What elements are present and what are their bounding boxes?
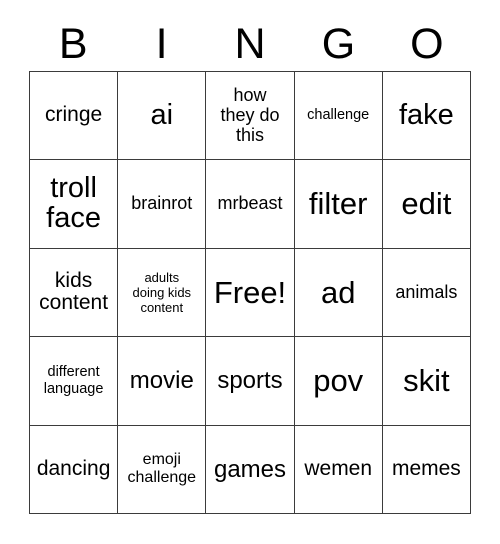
bingo-cell-label: sports [217,367,283,395]
bingo-cell[interactable]: filter [294,160,383,249]
bingo-cell-label: kids content [39,268,109,315]
bingo-cell-label: skit [403,363,450,399]
bingo-cell[interactable]: challenge [294,72,383,161]
bingo-header-letter-b: B [58,20,88,68]
bingo-cell[interactable]: memes [382,425,471,514]
bingo-cell[interactable]: adults doing kids content [118,248,207,338]
bingo-cell-label: brainrot [131,193,193,214]
bingo-cell[interactable]: ad [294,248,383,338]
bingo-cell-label: games [213,455,287,483]
bingo-cell-label: different language [43,364,104,397]
bingo-cell-label: fake [398,98,454,131]
bingo-cell-label: troll face [46,172,101,235]
bingo-cell-label: adults doing kids content [132,269,192,316]
bingo-cell-label: pov [313,363,364,399]
bingo-cell[interactable]: edit [382,160,471,249]
bingo-cell-label: filter [308,186,368,222]
bingo-cell-label: mrbeast [217,193,283,214]
bingo-cell[interactable]: movie [118,337,207,426]
bingo-cell-label: ai [150,98,174,131]
bingo-card: B I N G O cringe ai how they do this cha… [0,0,500,544]
bingo-cell-label: wemen [304,456,373,480]
bingo-grid: cringe ai how they do this challenge fak… [29,71,471,514]
bingo-cell-label: movie [129,367,194,395]
bingo-header-letter-g: G [321,20,356,68]
bingo-cell-label: challenge [307,107,370,124]
bingo-cell[interactable]: troll face [30,160,119,249]
bingo-cell-label: Free! [213,274,287,310]
bingo-cell[interactable]: mrbeast [206,160,295,249]
bingo-cell-label: cringe [44,103,103,127]
bingo-cell[interactable]: dancing [30,425,119,514]
bingo-cell[interactable]: kids content [30,248,119,338]
bingo-header-letter-n: N [234,20,266,68]
bingo-cell-label: memes [391,456,461,480]
bingo-cell-label: how they do this [220,85,280,145]
bingo-cell[interactable]: pov [294,337,383,426]
bingo-cell[interactable]: different language [30,337,119,426]
bingo-cell[interactable]: skit [382,337,471,426]
bingo-cell-label: ad [320,274,356,310]
bingo-cell[interactable]: sports [206,337,295,426]
bingo-header-row: B I N G O [29,18,471,71]
bingo-cell-label: dancing [36,456,111,480]
bingo-cell[interactable]: cringe [30,72,119,161]
bingo-cell[interactable]: animals [382,248,471,338]
bingo-cell[interactable]: brainrot [118,160,207,249]
bingo-cell[interactable]: wemen [294,425,383,514]
bingo-cell-free-space[interactable]: Free! [206,248,295,338]
bingo-header-letter-i: I [155,20,168,68]
bingo-cell[interactable]: how they do this [206,72,295,161]
bingo-cell[interactable]: ai [118,72,207,161]
bingo-header-letter-o: O [410,20,444,68]
bingo-cell[interactable]: fake [382,72,471,161]
bingo-cell[interactable]: games [206,425,295,514]
bingo-cell[interactable]: emoji challenge [118,425,207,514]
bingo-cell-label: animals [395,281,458,302]
bingo-cell-label: emoji challenge [127,451,197,487]
bingo-cell-label: edit [401,186,452,222]
